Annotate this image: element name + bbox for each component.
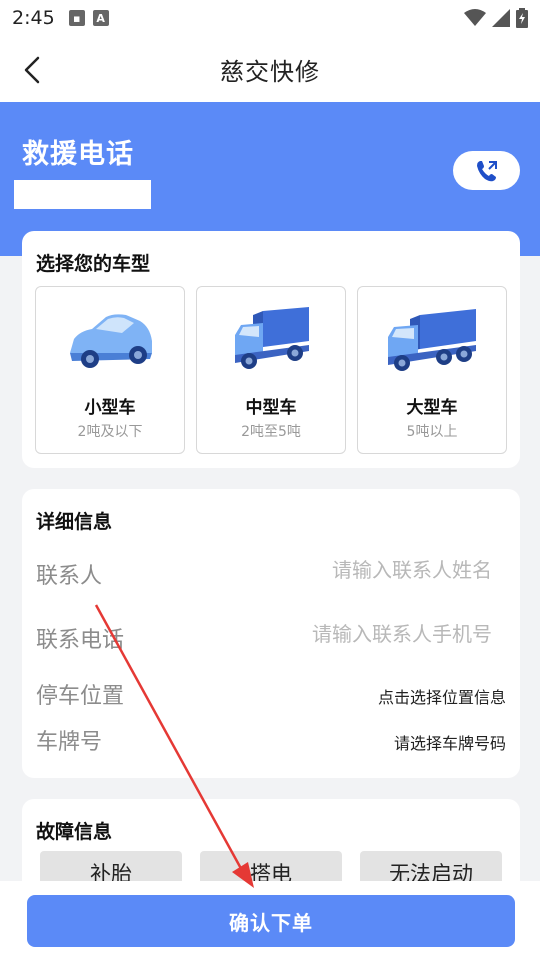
plate-select[interactable]: 请选择车牌号码 bbox=[394, 730, 506, 754]
back-arrow-icon bbox=[24, 56, 40, 84]
confirm-order-button[interactable]: 确认下单 bbox=[27, 895, 515, 947]
signal-icon bbox=[492, 9, 510, 27]
plate-label: 车牌号 bbox=[36, 730, 103, 755]
a-icon: A bbox=[92, 10, 109, 26]
contact-row: 联系人 bbox=[36, 552, 506, 592]
detail-info-title: 详细信息 bbox=[36, 511, 113, 533]
status-notification-icons: ▪ A bbox=[68, 10, 109, 26]
large-truck-icon bbox=[388, 309, 476, 371]
location-row[interactable]: 停车位置 点击选择位置信息 bbox=[36, 672, 506, 712]
vehicle-name: 大型车 bbox=[406, 398, 458, 418]
phone-row: 联系电话 bbox=[36, 616, 506, 656]
vehicle-desc: 5吨以上 bbox=[406, 424, 458, 440]
image-icon: ▪ bbox=[68, 10, 85, 26]
vehicle-desc: 2吨至5吨 bbox=[241, 424, 301, 440]
rescue-phone-number-box bbox=[14, 180, 151, 209]
vehicle-desc: 2吨及以下 bbox=[77, 424, 143, 440]
vehicle-option-large[interactable]: 大型车 5吨以上 bbox=[357, 286, 507, 454]
car-icon bbox=[70, 314, 152, 368]
vehicle-type-card: 选择您的车型 小型车 2吨及以下 中型车 2吨至5吨 大型车 5吨以上 bbox=[22, 231, 520, 468]
vehicle-name: 小型车 bbox=[84, 398, 136, 418]
plate-row[interactable]: 车牌号 请选择车牌号码 bbox=[36, 718, 506, 758]
detail-info-card: 详细信息 联系人 联系电话 停车位置 点击选择位置信息 车牌号 请选择车牌号码 bbox=[22, 489, 520, 778]
location-select[interactable]: 点击选择位置信息 bbox=[378, 684, 506, 708]
phone-label: 联系电话 bbox=[36, 628, 125, 653]
vehicle-option-small[interactable]: 小型车 2吨及以下 bbox=[35, 286, 185, 454]
bottom-action-bar: 确认下单 bbox=[0, 881, 540, 960]
rescue-title: 救援电话 bbox=[22, 139, 134, 170]
medium-truck-icon bbox=[235, 307, 309, 369]
location-label: 停车位置 bbox=[36, 684, 125, 709]
status-time: 2:45 bbox=[12, 7, 55, 29]
contact-phone-input[interactable] bbox=[232, 622, 492, 646]
vehicle-type-title: 选择您的车型 bbox=[36, 253, 151, 275]
status-bar: 2:45 ▪ A bbox=[0, 0, 540, 36]
fault-info-title: 故障信息 bbox=[36, 821, 113, 843]
battery-icon bbox=[516, 8, 528, 28]
contact-label: 联系人 bbox=[36, 564, 103, 589]
page-title: 慈交快修 bbox=[220, 57, 320, 86]
nav-bar: 慈交快修 bbox=[0, 36, 540, 102]
call-button[interactable] bbox=[453, 151, 520, 190]
vehicle-option-medium[interactable]: 中型车 2吨至5吨 bbox=[196, 286, 346, 454]
wifi-icon bbox=[464, 9, 486, 26]
status-system-icons bbox=[464, 8, 528, 28]
back-button[interactable] bbox=[14, 52, 50, 88]
vehicle-name: 中型车 bbox=[245, 398, 297, 418]
phone-call-icon bbox=[476, 160, 497, 181]
contact-name-input[interactable] bbox=[232, 558, 492, 582]
